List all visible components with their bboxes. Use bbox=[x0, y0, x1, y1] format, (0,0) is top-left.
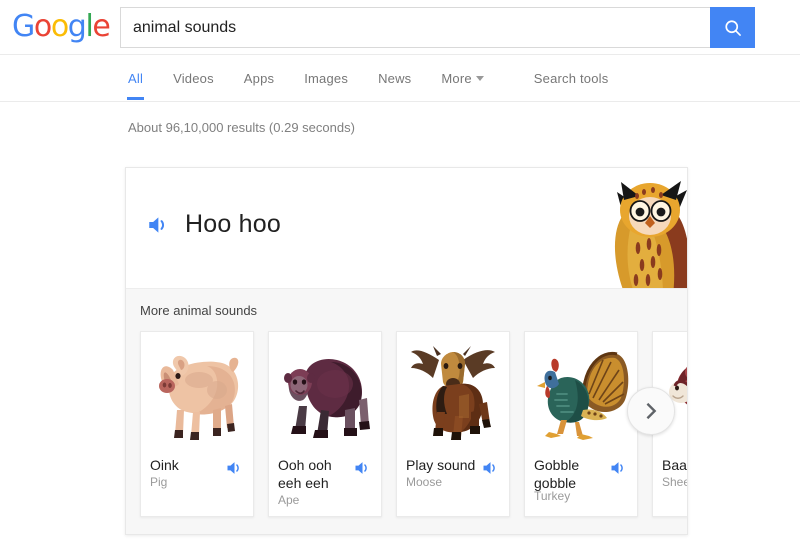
search-icon bbox=[723, 18, 743, 38]
logo-letter-g2: g bbox=[68, 12, 86, 42]
sheep-animal-label: Sheep bbox=[662, 475, 688, 490]
tab-apps[interactable]: Apps bbox=[244, 55, 274, 86]
animal-sounds-knowledge-panel: Hoo hoo bbox=[125, 167, 688, 535]
sheep-card-body: Baa Sheep bbox=[653, 450, 688, 517]
turkey-image-wrap bbox=[525, 332, 637, 450]
tab-more[interactable]: More bbox=[441, 55, 483, 86]
owl-illustration bbox=[601, 170, 687, 289]
moose-image-wrap bbox=[397, 332, 509, 450]
featured-play-sound-button[interactable]: Hoo hoo bbox=[146, 210, 281, 239]
logo-letter-g1: G bbox=[12, 12, 34, 42]
chevron-right-icon bbox=[640, 400, 662, 422]
search-input[interactable] bbox=[121, 8, 710, 47]
tab-search-tools-label: Search tools bbox=[534, 71, 609, 86]
animal-card-moose[interactable]: Play sound Moose bbox=[396, 331, 510, 517]
tab-search-tools[interactable]: Search tools bbox=[534, 55, 609, 86]
featured-sound-label: Hoo hoo bbox=[185, 210, 281, 239]
moose-sound-label: Play sound bbox=[406, 456, 482, 474]
tab-news[interactable]: News bbox=[378, 55, 411, 86]
animal-card-pig[interactable]: Oink Pig bbox=[140, 331, 254, 517]
sheep-sound-label: Baa bbox=[662, 456, 688, 474]
logo-letter-l: l bbox=[85, 12, 92, 42]
more-animal-sounds-section: More animal sounds bbox=[126, 289, 687, 534]
animal-card-turkey[interactable]: Gobble gobble Turkey bbox=[524, 331, 638, 517]
tab-images-label: Images bbox=[304, 71, 348, 86]
search-bar bbox=[120, 7, 755, 48]
animal-sound-card-list: Oink Pig bbox=[140, 331, 687, 517]
speaker-icon[interactable] bbox=[353, 458, 373, 478]
search-nav: All Videos Apps Images News More Search … bbox=[0, 55, 800, 102]
nav-tab-list: All Videos Apps Images News More Search … bbox=[128, 55, 800, 101]
moose-illustration bbox=[403, 338, 503, 444]
featured-sound-card: Hoo hoo bbox=[126, 168, 687, 289]
logo-letter-e: e bbox=[92, 12, 109, 42]
speaker-icon[interactable] bbox=[225, 458, 245, 478]
tab-images[interactable]: Images bbox=[304, 55, 348, 86]
animal-card-ape[interactable]: Ooh ooh eeh eeh Ape bbox=[268, 331, 382, 517]
chevron-down-icon bbox=[476, 76, 484, 81]
pig-sound-label: Oink bbox=[150, 456, 226, 474]
moose-card-body: Play sound Moose bbox=[397, 450, 509, 517]
speaker-icon bbox=[146, 212, 172, 238]
ape-card-body: Ooh ooh eeh eeh Ape bbox=[269, 450, 381, 517]
tab-videos-label: Videos bbox=[173, 71, 214, 86]
speaker-icon[interactable] bbox=[609, 458, 629, 478]
ape-animal-label: Ape bbox=[278, 493, 372, 508]
page-header: Google bbox=[0, 0, 800, 55]
search-submit-button[interactable] bbox=[710, 7, 755, 48]
turkey-animal-label: Turkey bbox=[534, 489, 628, 504]
logo-letter-o1: o bbox=[34, 12, 51, 42]
pig-image-wrap bbox=[141, 332, 253, 450]
ape-sound-label: Ooh ooh eeh eeh bbox=[278, 456, 354, 492]
logo-letter-o2: o bbox=[51, 12, 68, 42]
result-stats: About 96,10,000 results (0.29 seconds) bbox=[0, 102, 800, 135]
pig-card-body: Oink Pig bbox=[141, 450, 253, 517]
tab-apps-label: Apps bbox=[244, 71, 274, 86]
tab-videos[interactable]: Videos bbox=[173, 55, 214, 86]
turkey-sound-label: Gobble gobble bbox=[534, 456, 610, 492]
tab-more-label: More bbox=[441, 71, 471, 86]
tab-all-label: All bbox=[128, 71, 143, 86]
carousel-next-button[interactable] bbox=[627, 387, 675, 435]
ape-image-wrap bbox=[269, 332, 381, 450]
tab-all[interactable]: All bbox=[128, 55, 143, 86]
pig-illustration bbox=[147, 338, 247, 444]
turkey-card-body: Gobble gobble Turkey bbox=[525, 450, 637, 517]
more-sounds-title: More animal sounds bbox=[140, 303, 687, 318]
google-logo[interactable]: Google bbox=[12, 12, 109, 42]
turkey-illustration bbox=[531, 338, 631, 444]
tab-news-label: News bbox=[378, 71, 411, 86]
ape-illustration bbox=[275, 338, 375, 444]
speaker-icon[interactable] bbox=[481, 458, 501, 478]
